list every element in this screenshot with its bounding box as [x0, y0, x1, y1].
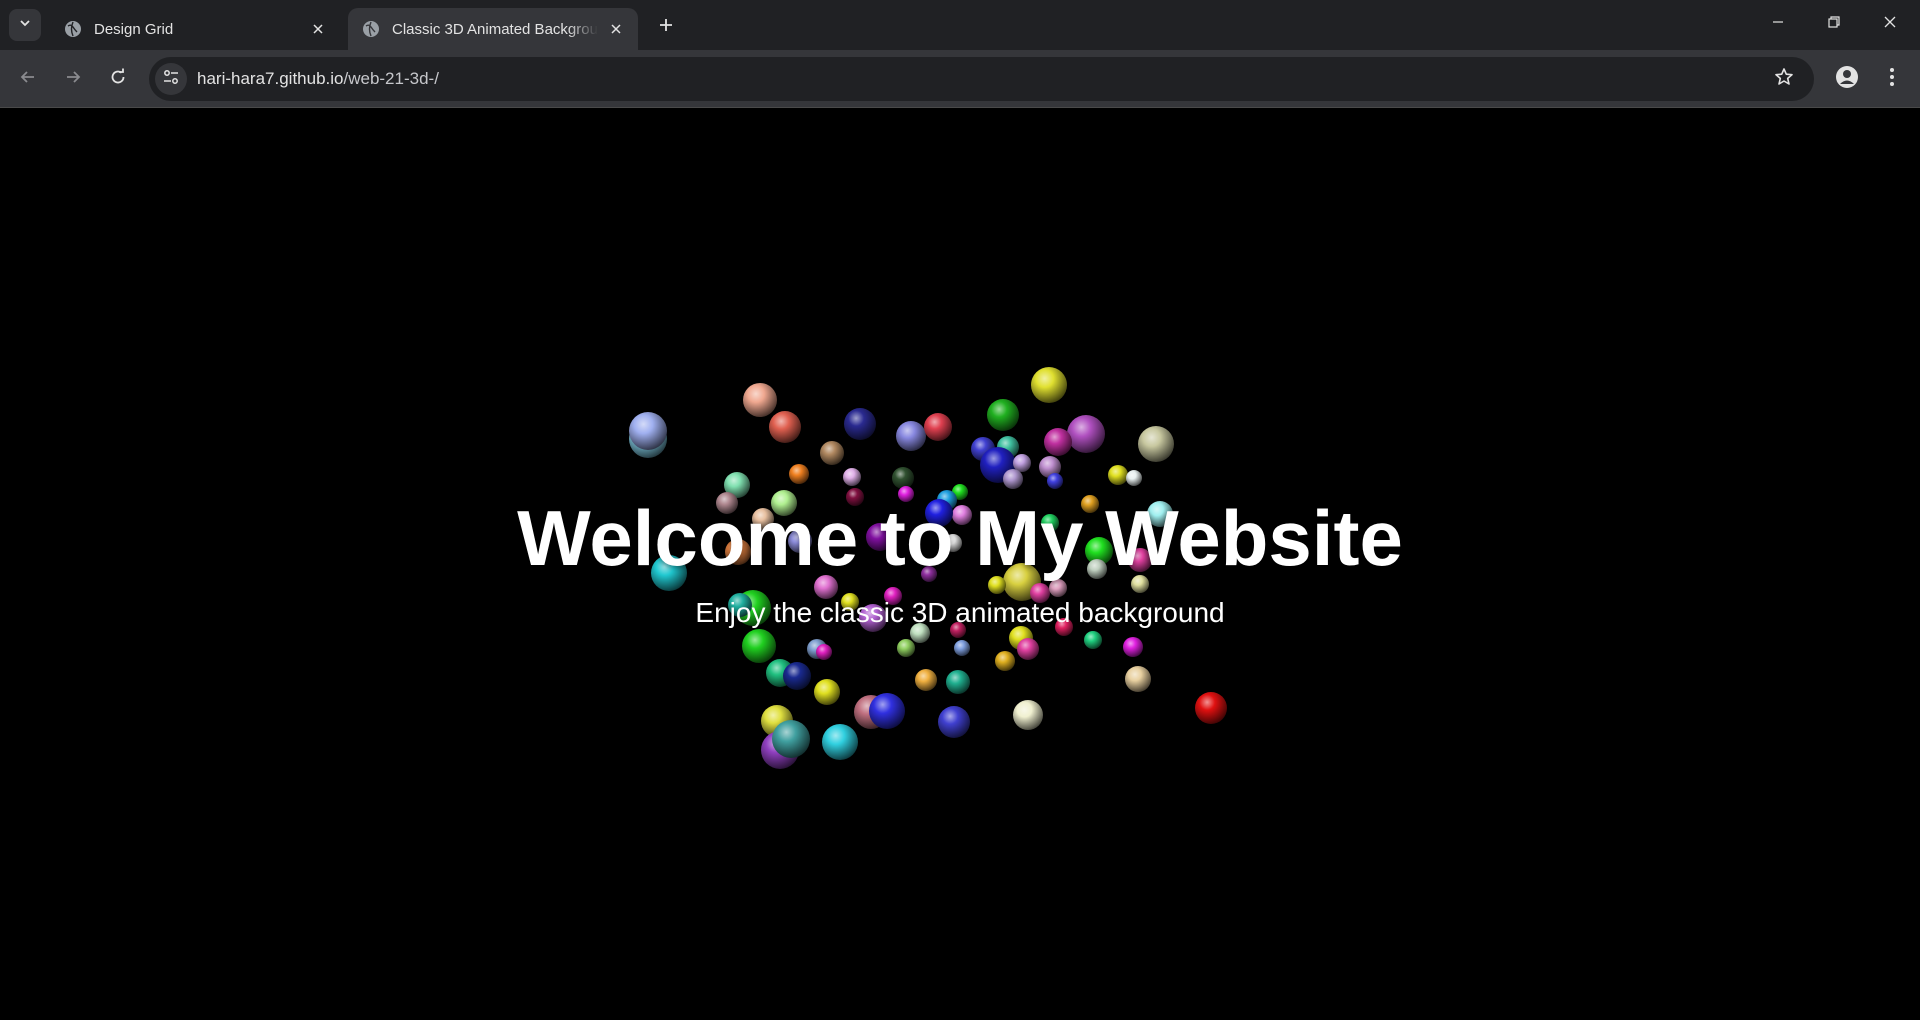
sphere — [743, 383, 777, 417]
sphere — [1067, 415, 1105, 453]
restore-icon — [1827, 15, 1841, 34]
bookmark-button[interactable] — [1768, 63, 1800, 95]
minimize-button[interactable] — [1750, 0, 1806, 48]
sphere — [938, 706, 970, 738]
sphere — [1031, 367, 1067, 403]
sphere — [1013, 454, 1031, 472]
arrow-left-icon — [19, 68, 37, 91]
globe-icon — [362, 20, 380, 38]
sphere — [1013, 700, 1043, 730]
close-icon[interactable] — [606, 19, 626, 39]
tab-title: Classic 3D Animated Background — [392, 20, 598, 38]
sphere — [1044, 428, 1072, 456]
close-icon[interactable] — [308, 19, 328, 39]
sphere — [892, 467, 914, 489]
sphere — [629, 412, 667, 450]
reload-button[interactable] — [102, 63, 134, 95]
account-icon — [1835, 65, 1859, 94]
restore-button[interactable] — [1806, 0, 1862, 48]
sphere — [924, 413, 952, 441]
page-content: Welcome to My Website Enjoy the classic … — [0, 109, 1920, 1020]
menu-button[interactable] — [1876, 63, 1908, 95]
sphere — [1017, 638, 1039, 660]
more-vert-icon — [1889, 67, 1895, 92]
sphere — [783, 662, 811, 690]
profile-button[interactable] — [1831, 63, 1863, 95]
address-bar[interactable]: hari-hara7.github.io/web-21-3d-/ — [149, 57, 1814, 101]
sphere — [946, 670, 970, 694]
arrow-right-icon — [64, 68, 82, 91]
globe-icon — [64, 20, 82, 38]
forward-button[interactable] — [57, 63, 89, 95]
sphere — [987, 399, 1019, 431]
sphere — [769, 411, 801, 443]
reload-icon — [109, 68, 127, 91]
sphere — [1125, 666, 1151, 692]
browser-tab-bar: Design Grid Classic 3D Animated Backgrou… — [0, 0, 1920, 50]
plus-icon — [658, 17, 674, 38]
chevron-down-icon — [18, 16, 32, 35]
tab-design-grid[interactable]: Design Grid — [50, 8, 340, 50]
sphere — [844, 408, 876, 440]
close-window-button[interactable] — [1862, 0, 1918, 48]
sphere — [1138, 426, 1174, 462]
sphere — [742, 629, 776, 663]
sphere — [995, 651, 1015, 671]
new-tab-button[interactable] — [652, 13, 680, 41]
sphere — [897, 639, 915, 657]
sphere — [954, 640, 970, 656]
browser-toolbar: hari-hara7.github.io/web-21-3d-/ — [0, 50, 1920, 108]
sphere — [896, 421, 926, 451]
sphere — [814, 679, 840, 705]
url-host: hari-hara7.github.io — [197, 69, 344, 88]
sphere — [1123, 637, 1143, 657]
sphere — [1003, 469, 1023, 489]
sphere — [820, 441, 844, 465]
sphere — [772, 720, 810, 758]
sphere — [1084, 631, 1102, 649]
url-text[interactable]: hari-hara7.github.io/web-21-3d-/ — [197, 69, 439, 89]
sphere — [816, 644, 832, 660]
sphere — [1195, 692, 1227, 724]
star-icon — [1774, 67, 1794, 92]
tab-search-button[interactable] — [9, 9, 41, 41]
close-icon — [1883, 15, 1897, 34]
sphere — [822, 724, 858, 760]
back-button[interactable] — [12, 63, 44, 95]
sphere — [843, 468, 861, 486]
sphere — [1047, 473, 1063, 489]
sphere — [869, 693, 905, 729]
page-subtitle: Enjoy the classic 3D animated background — [695, 597, 1225, 628]
sphere — [789, 464, 809, 484]
url-path: /web-21-3d-/ — [343, 69, 439, 88]
tab-classic-3d[interactable]: Classic 3D Animated Background — [348, 8, 638, 50]
tune-icon — [162, 68, 180, 91]
sphere — [1108, 465, 1128, 485]
sphere — [1126, 470, 1142, 486]
tab-title: Design Grid — [94, 20, 174, 38]
site-info-button[interactable] — [155, 63, 187, 95]
minimize-icon — [1771, 15, 1785, 34]
sphere — [915, 669, 937, 691]
page-title: Welcome to My Website — [517, 494, 1403, 582]
